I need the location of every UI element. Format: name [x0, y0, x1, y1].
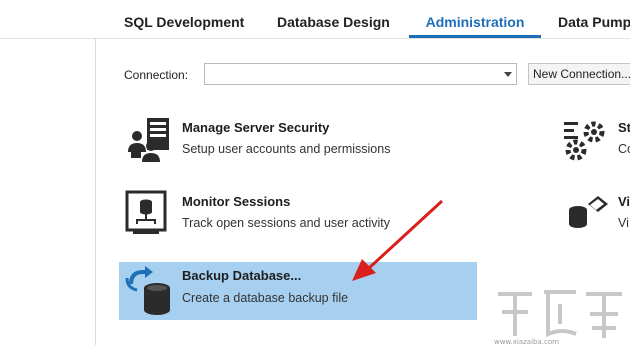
task-title: Vi [618, 194, 630, 209]
tab-administration[interactable]: Administration [409, 0, 541, 38]
new-connection-button[interactable]: New Connection... [528, 63, 630, 85]
backup-database-icon [125, 266, 175, 323]
database-eraser-icon [569, 196, 608, 228]
tab-database-design[interactable]: Database Design [277, 0, 390, 38]
gears-icon [564, 121, 605, 161]
task-title: St [618, 120, 630, 135]
task-description: Setup user accounts and permissions [182, 142, 391, 156]
task-description: Vi [618, 216, 629, 230]
task-title: Backup Database... [182, 268, 302, 283]
left-pane [0, 39, 96, 345]
task-title: Manage Server Security [182, 120, 330, 135]
connection-select[interactable] [204, 63, 517, 85]
task-title: Monitor Sessions [182, 194, 291, 209]
task-description: Co [618, 142, 630, 156]
server-security-icon [125, 116, 173, 167]
chevron-down-icon[interactable] [504, 72, 512, 77]
annotation-arrow-icon [352, 199, 444, 281]
watermark-logo-icon: www.xiazaiba.com [494, 290, 622, 345]
tab-data-pump[interactable]: Data Pump [558, 0, 630, 38]
connection-label: Connection: [124, 68, 189, 82]
task-manage-server-security[interactable]: Manage Server Security Setup user accoun… [119, 114, 449, 164]
monitor-sessions-icon [125, 190, 169, 243]
task-right-1[interactable]: St Co [562, 114, 630, 164]
task-description: Create a database backup file [182, 291, 349, 305]
svg-text:www.xiazaiba.com: www.xiazaiba.com [494, 338, 559, 345]
top-tab-bar: SQL Development Database Design Administ… [0, 0, 630, 39]
task-right-2[interactable]: Vi Vi [562, 188, 630, 242]
tab-sql-development[interactable]: SQL Development [124, 0, 244, 38]
